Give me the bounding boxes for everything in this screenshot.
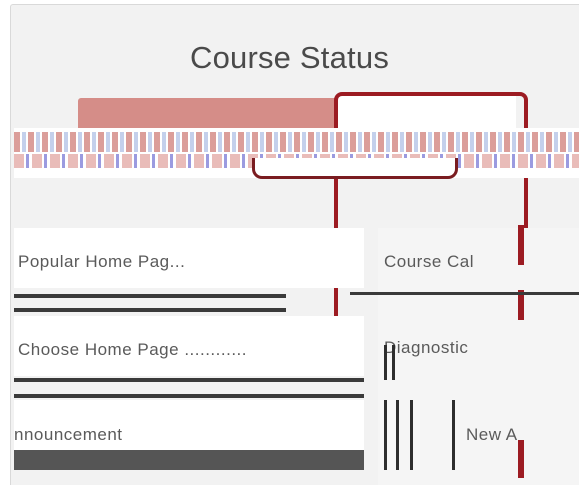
- artifact-vline-4: [396, 400, 399, 470]
- artifact-vline-5: [410, 400, 413, 470]
- panel-title: Course Status: [189, 40, 390, 75]
- row-divider-3: [14, 378, 364, 382]
- course-option-label-1[interactable]: Course Cal: [384, 252, 474, 272]
- course-option-label-2[interactable]: Diagnostic: [384, 338, 468, 358]
- artifact-pill: [252, 158, 458, 179]
- home-page-option-label-1: Popular Home Pag...: [18, 252, 186, 271]
- accent-bar-1: [518, 225, 524, 265]
- home-page-option-label-2: Choose Home Page ............: [18, 340, 247, 359]
- artifact-band-top: [14, 132, 579, 152]
- right-divider-1: [350, 292, 579, 295]
- row-footer-bar: [14, 450, 364, 470]
- home-page-option-label-3: nnouncement: [14, 425, 123, 444]
- row-divider-2: [14, 308, 286, 312]
- artifact-vline-3: [384, 400, 387, 470]
- rendering-artifact-band: [14, 128, 579, 179]
- course-option-label-3[interactable]: New A: [466, 425, 518, 445]
- course-status-screen: Course Status Popular Home Pag... Choose…: [0, 0, 579, 485]
- artifact-vline-2: [392, 345, 395, 380]
- artifact-vline-1: [384, 345, 387, 380]
- artifact-vline-6: [452, 400, 455, 470]
- row-divider-1: [14, 294, 286, 298]
- accent-bar-3: [518, 440, 524, 478]
- row-divider-4: [14, 394, 364, 398]
